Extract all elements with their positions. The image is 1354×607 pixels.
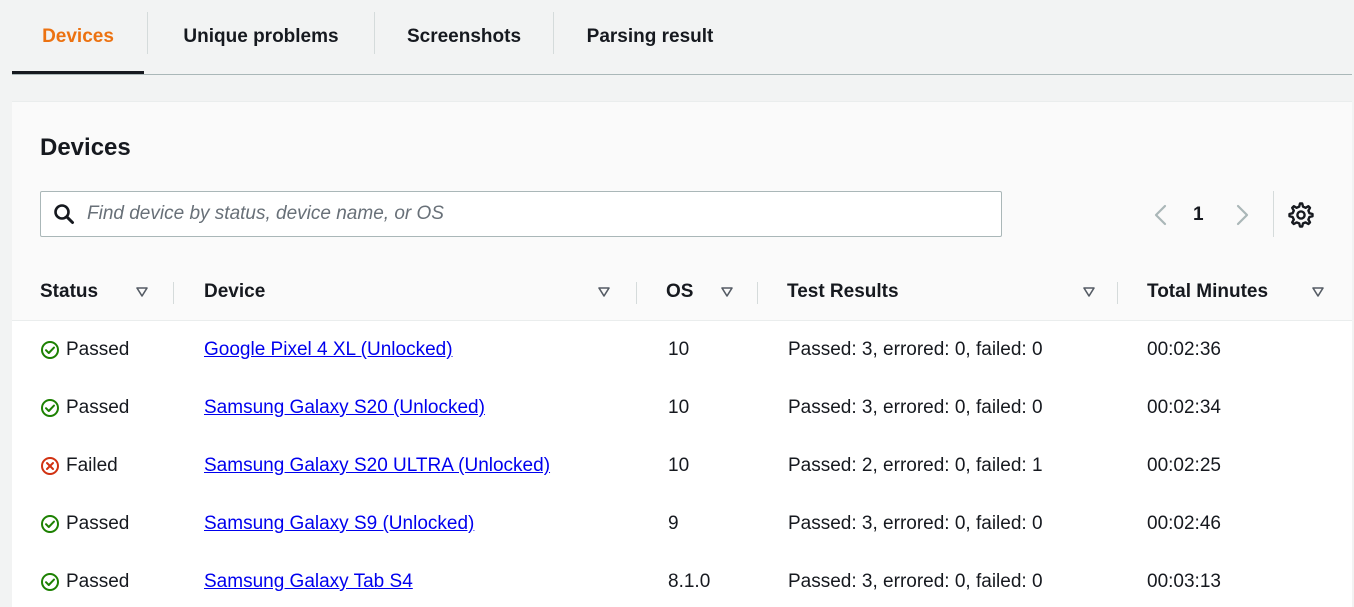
check-circle-icon [41,341,59,359]
sort-triangle-icon[interactable] [1312,286,1324,298]
column-header-test-results[interactable]: Test Results [787,264,899,320]
column-divider [173,282,174,304]
tab-devices[interactable]: Devices [12,0,144,74]
test-results-cell: Passed: 3, errored: 0, failed: 0 [788,513,1043,534]
column-header-total-minutes[interactable]: Total Minutes [1147,264,1268,320]
column-header-status[interactable]: Status [40,264,98,320]
test-results-cell: Passed: 2, errored: 0, failed: 1 [788,455,1043,476]
sort-triangle-icon[interactable] [598,286,610,298]
table-row: Passed Samsung Galaxy S20 (Unlocked) 10 … [12,379,1352,438]
tab-bar-divider [12,74,1352,75]
status-cell: Passed [40,495,129,553]
search-box[interactable] [40,191,1002,237]
total-minutes-cell: 00:03:13 [1147,571,1221,592]
device-link[interactable]: Samsung Galaxy S20 (Unlocked) [204,397,485,419]
chevron-right-icon[interactable] [1231,200,1253,230]
total-minutes-cell: 00:02:34 [1147,397,1221,418]
os-cell: 10 [668,339,690,360]
sort-triangle-icon[interactable] [721,286,733,298]
page-number[interactable]: 1 [1193,200,1204,230]
tab-divider [147,12,148,54]
os-cell: 10 [668,397,690,418]
sort-triangle-icon[interactable] [136,286,148,298]
gear-icon[interactable] [1288,202,1314,228]
table-row: Failed Samsung Galaxy S20 ULTRA (Unlocke… [12,437,1352,496]
tab-divider [553,12,554,54]
device-link[interactable]: Samsung Galaxy S9 (Unlocked) [204,513,474,535]
panel-header: Devices 1 [12,102,1352,265]
table-header: Status Device OS Test Results Total Minu… [12,264,1352,321]
tab-bar: Devices Unique problems Screenshots Pars… [0,0,1354,76]
panel-title: Devices [40,134,131,161]
check-circle-icon [41,399,59,417]
column-header-device[interactable]: Device [204,264,265,320]
device-link[interactable]: Google Pixel 4 XL (Unlocked) [204,339,453,361]
status-text: Passed [66,397,130,418]
pager-divider [1273,191,1274,237]
total-minutes-cell: 00:02:46 [1147,513,1221,534]
status-cell: Passed [40,321,129,379]
test-results-cell: Passed: 3, errored: 0, failed: 0 [788,397,1043,418]
check-circle-icon [41,573,59,591]
total-minutes-cell: 00:02:25 [1147,455,1221,476]
tab-screenshots[interactable]: Screenshots [377,0,551,74]
devices-panel: Devices 1 Status Device [12,101,1352,607]
device-link[interactable]: Samsung Galaxy Tab S4 [204,571,413,593]
os-cell: 10 [668,455,690,476]
column-divider [757,282,758,304]
search-icon [54,204,74,224]
table-row: Passed Google Pixel 4 XL (Unlocked) 10 P… [12,321,1352,380]
test-results-cell: Passed: 3, errored: 0, failed: 0 [788,571,1043,592]
device-link[interactable]: Samsung Galaxy S20 ULTRA (Unlocked) [204,455,550,477]
status-cell: Passed [40,553,129,607]
tab-divider [374,12,375,54]
test-results-cell: Passed: 3, errored: 0, failed: 0 [788,339,1043,360]
search-input[interactable] [87,192,987,236]
column-divider [1117,282,1118,304]
total-minutes-cell: 00:02:36 [1147,339,1221,360]
status-text: Passed [66,339,130,360]
status-text: Passed [66,513,130,534]
os-cell: 8.1.0 [668,571,711,592]
tab-parsing-result[interactable]: Parsing result [556,0,744,74]
check-circle-icon [41,515,59,533]
status-cell: Passed [40,379,129,437]
column-header-os[interactable]: OS [666,264,693,320]
column-divider [636,282,637,304]
status-text: Passed [66,571,130,592]
status-text: Failed [66,455,118,476]
x-circle-icon [41,457,59,475]
chevron-left-icon[interactable] [1150,200,1172,230]
os-cell: 9 [668,513,679,534]
tab-unique-problems[interactable]: Unique problems [150,0,372,74]
status-cell: Failed [40,437,118,495]
table-row: Passed Samsung Galaxy S9 (Unlocked) 9 Pa… [12,495,1352,554]
sort-triangle-icon[interactable] [1083,286,1095,298]
table-row: Passed Samsung Galaxy Tab S4 8.1.0 Passe… [12,553,1352,607]
